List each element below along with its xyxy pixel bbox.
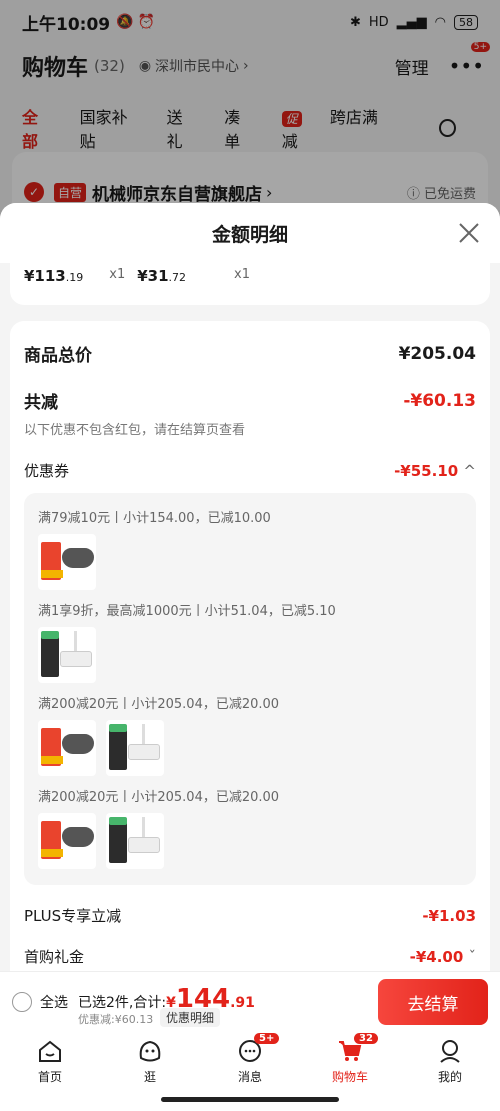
- tab-messages[interactable]: 消息 5+: [200, 1031, 300, 1091]
- tab-label: 购物车: [331, 1069, 368, 1084]
- product-thumb-controller[interactable]: [38, 534, 96, 590]
- tab-label: 我的: [437, 1069, 462, 1084]
- item-prices-row: ¥113.19 x1 ¥31.72 x1: [10, 263, 490, 305]
- plus-discount-row: PLUS专享立减 -¥1.03: [24, 905, 476, 926]
- discount-row: 共减 -¥60.13: [24, 388, 476, 414]
- product-thumb-hub[interactable]: [106, 813, 164, 869]
- product-thumb-hub[interactable]: [38, 627, 96, 683]
- total-label: 商品总价: [24, 346, 92, 366]
- chevron-up-icon: ^: [463, 461, 476, 480]
- checkout-button[interactable]: 去结算: [378, 979, 488, 1025]
- overlay-mask[interactable]: [0, 0, 500, 210]
- cart-badge: 32: [354, 1033, 378, 1044]
- discount-label: 共减: [24, 393, 58, 413]
- first-purchase-value: -¥4.00 ˇ: [409, 947, 477, 966]
- item-qty: x1: [109, 267, 126, 282]
- coupon-product-thumbs: [38, 627, 462, 683]
- coupon-product-thumbs: [38, 813, 462, 869]
- coupon-product-thumbs: [38, 720, 462, 776]
- profile-icon: [440, 1039, 460, 1063]
- browse-icon: [139, 1040, 161, 1061]
- coupon-rule: 满200减20元丨小计205.04，已减20.00: [38, 697, 280, 712]
- item-price: ¥31.72: [137, 267, 187, 285]
- plus-value: -¥1.03: [422, 906, 476, 925]
- tab-label: 逛: [143, 1069, 156, 1084]
- tab-label: 消息: [237, 1069, 262, 1084]
- product-thumb-controller[interactable]: [38, 720, 96, 776]
- item-price: ¥113.19: [24, 267, 84, 285]
- coupon-detail-box: 满79减10元丨小计154.00，已减10.00 满1享9折，最高减1000元丨…: [24, 493, 476, 885]
- sheet-title: 金额明细: [211, 223, 288, 246]
- home-indicator[interactable]: [161, 1097, 339, 1102]
- chevron-down-icon: ˇ: [468, 947, 477, 966]
- tab-profile[interactable]: 我的: [400, 1031, 500, 1091]
- amount-dec: .91: [230, 995, 255, 1011]
- bottom-tab-bar: 首页 逛 消息 5+ 购物车 32 我的: [0, 1031, 500, 1091]
- select-all-label[interactable]: 全选: [40, 992, 68, 1012]
- select-all-radio[interactable]: [12, 992, 32, 1012]
- coupon-product-thumbs: [38, 534, 462, 590]
- tab-label: 首页: [37, 1069, 62, 1084]
- discount-note: 以下优惠不包含红包，请在结算页查看: [24, 423, 246, 438]
- coupon-rule: 满1享9折，最高减1000元丨小计51.04，已减5.10: [38, 604, 336, 619]
- tab-home[interactable]: 首页: [0, 1031, 100, 1091]
- discount-value: -¥60.13: [403, 390, 476, 411]
- messages-badge: 5+: [254, 1033, 280, 1044]
- plus-label: PLUS专享立减: [24, 907, 122, 925]
- tab-cart[interactable]: 购物车 32: [300, 1031, 400, 1091]
- total-row: 商品总价 ¥205.04: [24, 341, 476, 367]
- cart-page-background: 上午10:09 🔕 ⏰ ✱ HD ▂▄▆ ◠ 58 购物车 (32) ◉ 深圳市…: [0, 0, 500, 232]
- coupon-value: -¥55.10 ^: [394, 461, 476, 480]
- sheet-header: 金额明细: [0, 203, 500, 263]
- item-qty: x1: [234, 267, 250, 282]
- first-purchase-row[interactable]: 首购礼金 -¥4.00 ˇ: [24, 946, 476, 967]
- home-icon: [39, 1040, 61, 1062]
- coupon-label: 优惠券: [24, 462, 70, 480]
- product-thumb-controller[interactable]: [38, 813, 96, 869]
- close-icon[interactable]: [458, 222, 480, 244]
- total-value: ¥205.04: [398, 343, 476, 364]
- discount-detail-button[interactable]: 优惠明细: [160, 1008, 221, 1027]
- price-breakdown-card: 商品总价 ¥205.04 共减 -¥60.13 以下优惠不包含红包，请在结算页查…: [10, 321, 490, 973]
- tab-browse[interactable]: 逛: [100, 1031, 200, 1091]
- coupon-row[interactable]: 优惠券 -¥55.10 ^: [24, 460, 476, 481]
- amount-detail-sheet: 金额明细 ¥113.19 x1 ¥31.72 x1 商品总价 ¥205.04 共…: [0, 203, 500, 973]
- coupon-rule: 满79减10元丨小计154.00，已减10.00: [38, 511, 271, 526]
- coupon-rule: 满200减20元丨小计205.04，已减20.00: [38, 790, 280, 805]
- product-thumb-hub[interactable]: [106, 720, 164, 776]
- saved-amount: 优惠减:¥60.13: [78, 1013, 154, 1026]
- checkout-bar: 全选 已选2件,合计:¥144.91 优惠减:¥60.13 优惠明细 去结算: [0, 971, 500, 1031]
- selected-text: 已选2件,合计:: [78, 995, 167, 1011]
- first-purchase-label: 首购礼金: [24, 948, 85, 966]
